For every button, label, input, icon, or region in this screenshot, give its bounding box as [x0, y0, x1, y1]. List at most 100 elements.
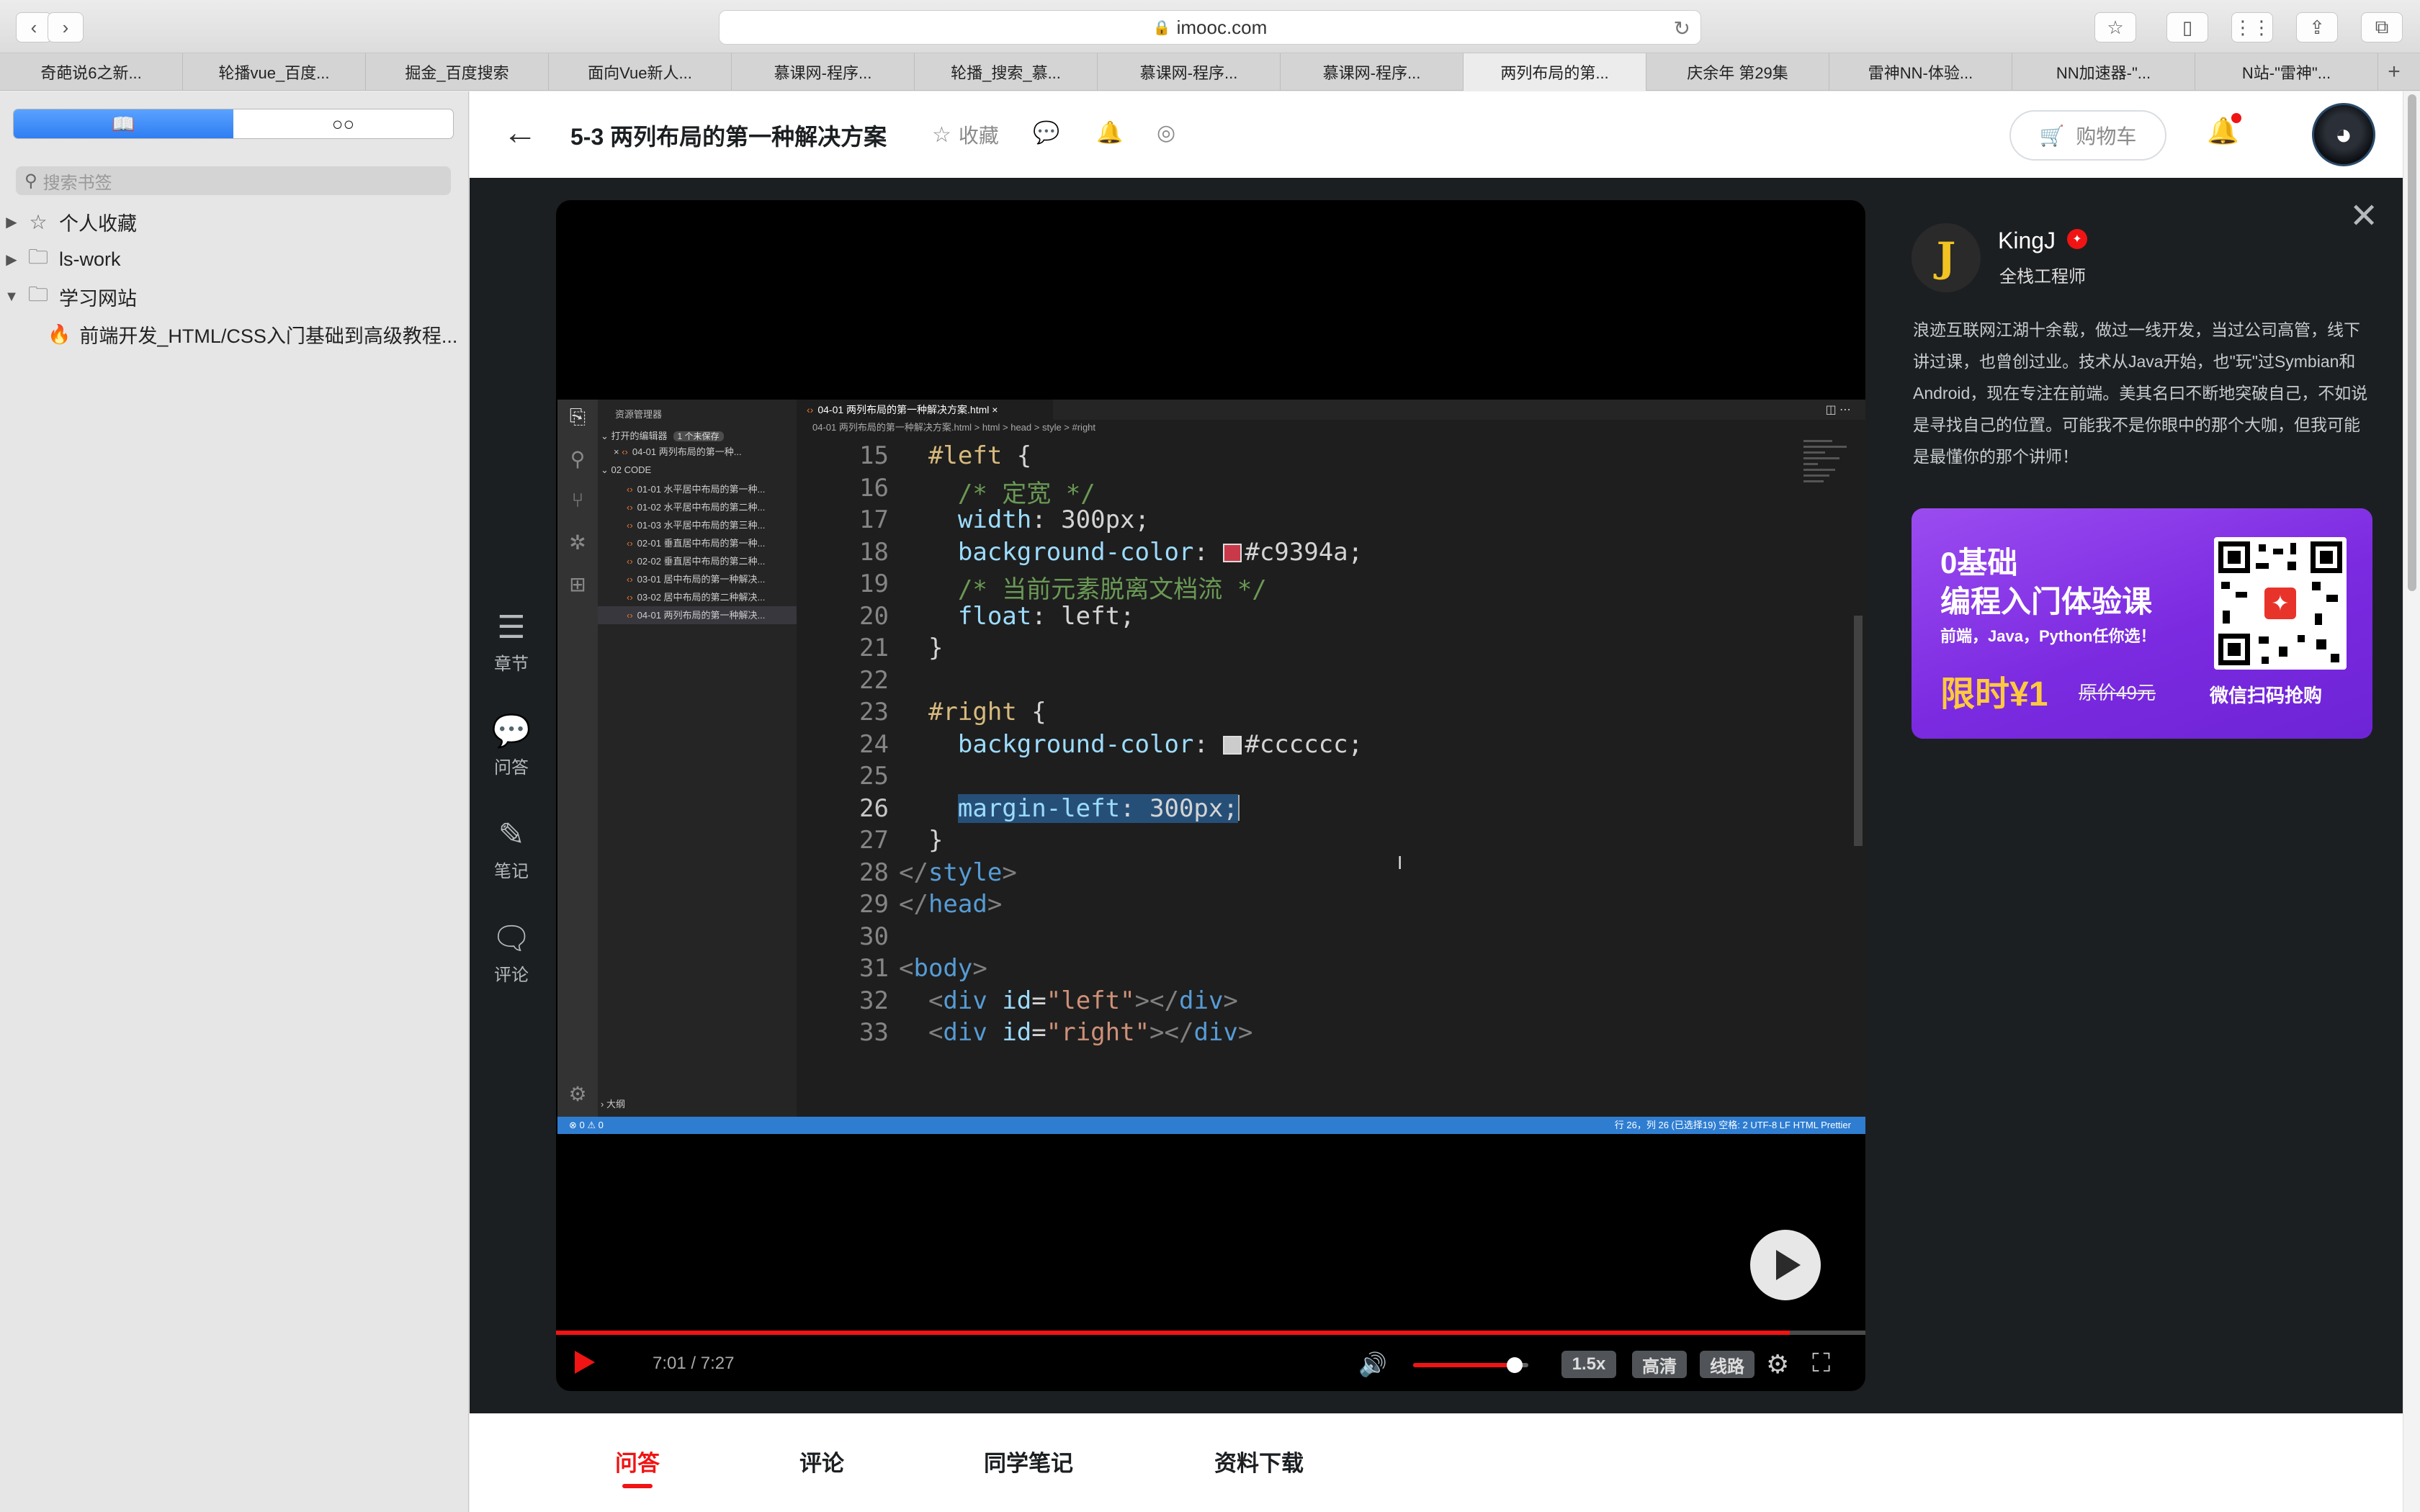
fullscreen-icon[interactable]: ⛶: [1812, 1348, 1830, 1379]
close-icon: ×: [989, 404, 998, 415]
weibo-share-button[interactable]: ◎: [1157, 120, 1183, 145]
tab-qa[interactable]: 问答: [615, 1445, 660, 1477]
code-token: background-color: [899, 537, 1194, 567]
avatar[interactable]: ◕: [2312, 103, 2375, 166]
disclosure-right-icon[interactable]: ▶: [0, 213, 23, 231]
browser-tab[interactable]: N站-"雷神"...: [2195, 53, 2378, 91]
page-header: ← 5-3 两列布局的第一种解决方案 ☆ 收藏 💬 🔔 ◎ 🛒 购物车 🔔 ◕: [470, 91, 2403, 178]
tool-chapters[interactable]: ☰ 章节: [470, 609, 553, 675]
grid-button[interactable]: ⋮⋮: [2231, 12, 2273, 42]
volume-knob[interactable]: [1506, 1357, 1523, 1373]
tool-comment[interactable]: 🗨 评论: [470, 920, 553, 986]
code-token: "left": [1046, 986, 1135, 1015]
volume-fill: [1413, 1363, 1515, 1367]
search-icon: ⚲: [24, 171, 37, 191]
browser-tab[interactable]: 轮播vue_百度...: [183, 53, 366, 91]
bookmark-star-button[interactable]: ☆: [2094, 12, 2136, 42]
promo-price: 限时¥1: [1940, 675, 2048, 714]
teacher-bio: 浪迹互联网江湖十余载，做过一线开发，当过公司高管，线下讲过课，也曾创过业。技术从…: [1913, 320, 2368, 466]
quality-button[interactable]: 高清: [1632, 1351, 1687, 1378]
bookmark-label: ls-work: [59, 248, 121, 270]
explorer-file-row: ‹› 01-01 水平居中布局的第一种...: [598, 480, 797, 498]
teacher-name[interactable]: KingJ: [1998, 228, 2056, 254]
promo-cta: 微信扫码抢购: [2210, 685, 2323, 706]
play-icon[interactable]: [575, 1351, 595, 1374]
scrollbar-thumb[interactable]: [2408, 94, 2416, 591]
tabs-overview-button[interactable]: ⧉: [2361, 12, 2403, 42]
chevron-down-icon: ⌄: [601, 464, 611, 475]
back-button[interactable]: ‹: [16, 12, 52, 42]
browser-tab[interactable]: 庆余年 第29集: [1646, 53, 1829, 91]
sidebar-toggle-button[interactable]: ▯: [2166, 12, 2208, 42]
browser-tab[interactable]: 掘金_百度搜索: [366, 53, 549, 91]
browser-tab[interactable]: 面向Vue新人...: [549, 53, 732, 91]
disclosure-right-icon[interactable]: ▶: [0, 251, 23, 269]
line-number: 28: [859, 858, 889, 887]
tool-label: 笔记: [494, 862, 529, 881]
tab-comments[interactable]: 评论: [799, 1445, 844, 1477]
html-file-icon: ‹›: [627, 502, 633, 513]
line-number: 32: [859, 986, 889, 1015]
back-arrow-icon[interactable]: ←: [503, 113, 537, 153]
bookmark-folder-ls-work[interactable]: ▶ 🗀 ls-work: [0, 241, 469, 277]
favorite-button[interactable]: ☆ 收藏: [932, 120, 999, 149]
qq-share-button[interactable]: 🔔: [1096, 120, 1130, 145]
forward-button[interactable]: ›: [48, 12, 84, 42]
browser-tab[interactable]: 奇葩说6之新...: [0, 53, 183, 91]
tab-downloads[interactable]: 资料下载: [1214, 1445, 1304, 1477]
reload-icon[interactable]: ↻: [1674, 17, 1690, 40]
line-number: 29: [859, 890, 889, 919]
big-play-button[interactable]: [1750, 1230, 1821, 1300]
new-tab-plus-icon[interactable]: +: [2378, 53, 2410, 91]
video-frame-vscode: ⎘ ⚲ ⑂ ✲ ⊞ ⚙ 资源管理器 ⌄ 打开的编辑器 1 个未保存 × ‹› 04-…: [557, 400, 1865, 1134]
code-token: head: [928, 890, 987, 919]
tab-notes[interactable]: 同学笔记: [984, 1445, 1073, 1477]
bookmark-search-input[interactable]: ⚲ 搜索书签: [16, 166, 451, 195]
editor-scrollbar: [1854, 616, 1863, 846]
share-button[interactable]: ⇪: [2296, 12, 2338, 42]
bookmark-favorites[interactable]: ▶ ☆ 个人收藏: [0, 204, 469, 240]
line-number: 22: [859, 665, 889, 695]
browser-tab[interactable]: 雷神NN-体验...: [1829, 53, 2012, 91]
bookmark-folder-study[interactable]: ▼ 🗀 学习网站: [0, 279, 469, 315]
vscode-explorer: 资源管理器 ⌄ 打开的编辑器 1 个未保存 × ‹› 04-01 两列布局的第一种.…: [598, 400, 797, 1117]
browser-tab[interactable]: 两列布局的第...: [1464, 53, 1646, 91]
browser-tab[interactable]: 慕课网-程序...: [732, 53, 915, 91]
bookmark-label: 前端开发_HTML/CSS入门基础到高级教程...: [79, 325, 458, 347]
volume-icon[interactable]: 🔊: [1358, 1351, 1387, 1378]
tool-qa[interactable]: 💬 问答: [470, 713, 553, 778]
vscode-status-bar: ⊗ 0 ⚠ 0 行 26，列 26 (已选择19) 空格: 2 UTF-8 LF…: [557, 1117, 1865, 1134]
close-icon[interactable]: ✕: [2349, 196, 2378, 236]
sidebar-icon: ▯: [2182, 16, 2193, 38]
line-number: 19: [859, 570, 889, 598]
promo-banner[interactable]: 0基础 编程入门体验课 前端，Java，Python任你选！ 限时¥1 原价49…: [1912, 508, 2372, 739]
bookmarks-tab[interactable]: 📖: [14, 109, 233, 138]
code-token: : 300px;: [1031, 505, 1150, 534]
route-button[interactable]: 线路: [1700, 1351, 1754, 1378]
folder-icon: 🗀: [27, 283, 48, 305]
split-editor-icon: ◫ ⋯: [1825, 404, 1851, 416]
status-details: 行 26，列 26 (已选择19) 空格: 2 UTF-8 LF HTML Pr…: [1614, 1120, 1851, 1130]
speed-button[interactable]: 1.5x: [1561, 1351, 1616, 1378]
browser-tab[interactable]: NN加速器-"...: [2012, 53, 2195, 91]
bookmark-item-course[interactable]: 🔥 前端开发_HTML/CSS入门基础到高级教程...: [0, 316, 469, 352]
page-title: 5-3 两列布局的第一种解决方案: [570, 124, 887, 150]
code-token: div: [1179, 986, 1224, 1015]
page-scrollbar[interactable]: [2403, 91, 2420, 1512]
chevron-right-icon: ›: [62, 16, 69, 38]
address-bar[interactable]: 🔒 imooc.com ↻: [719, 10, 1701, 45]
code-line: </style>: [899, 858, 1017, 887]
wechat-share-button[interactable]: 💬: [1033, 120, 1067, 145]
line-number: 17: [859, 505, 889, 534]
disclosure-down-icon[interactable]: ▼: [0, 289, 23, 305]
browser-tab[interactable]: 慕课网-程序...: [1281, 53, 1464, 91]
teacher-avatar[interactable]: J: [1912, 223, 1981, 292]
browser-tab[interactable]: 慕课网-程序...: [1098, 53, 1281, 91]
cart-button[interactable]: 🛒 购物车: [2009, 110, 2166, 161]
browser-tab[interactable]: 轮播_搜索_慕...: [915, 53, 1098, 91]
tool-note[interactable]: ✎ 笔记: [470, 816, 553, 882]
reading-list-tab[interactable]: ○○: [233, 109, 453, 138]
explorer-file-name: 03-01 居中布局的第一种解决...: [637, 574, 766, 585]
code-line: background-color: #c9394a;: [899, 538, 1363, 567]
gear-icon[interactable]: ⚙: [1766, 1349, 1789, 1380]
